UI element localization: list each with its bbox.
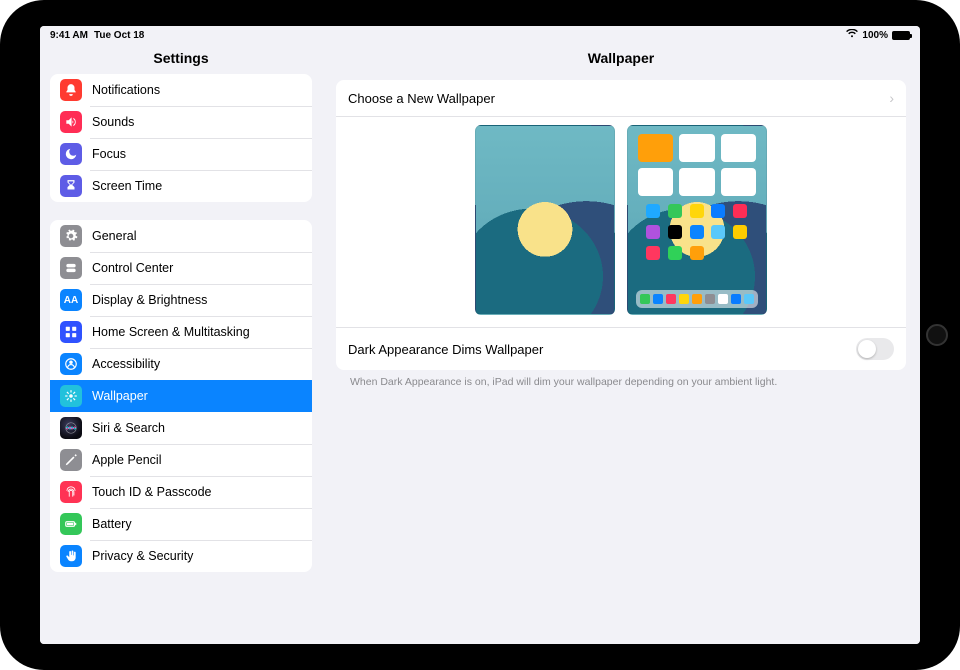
flower-icon — [60, 385, 82, 407]
sidebar-item-label: Control Center — [92, 261, 173, 275]
sidebar-item-label: Siri & Search — [92, 421, 165, 435]
status-bar: 9:41 AM Tue Oct 18 100% — [40, 26, 920, 44]
wifi-icon — [846, 29, 858, 41]
sidebar-item-focus[interactable]: Focus — [50, 138, 312, 170]
sidebar-item-pencil[interactable]: Apple Pencil — [50, 444, 312, 476]
lockscreen-preview[interactable] — [475, 125, 615, 315]
sidebar-item-privacy[interactable]: Privacy & Security — [50, 540, 312, 572]
sidebar-item-label: Battery — [92, 517, 132, 531]
sidebar-item-label: Display & Brightness — [92, 293, 207, 307]
sidebar-item-notifications[interactable]: Notifications — [50, 74, 312, 106]
sidebar-item-label: Focus — [92, 147, 126, 161]
sidebar-item-label: Screen Time — [92, 179, 162, 193]
battery-icon — [892, 31, 910, 40]
screen: 9:41 AM Tue Oct 18 100% Settings Notific… — [40, 26, 920, 644]
sidebar-item-display[interactable]: AA Display & Brightness — [50, 284, 312, 316]
battery-percent: 100% — [862, 30, 888, 41]
sidebar-item-label: Notifications — [92, 83, 160, 97]
settings-sidebar: Settings Notifications Sounds Focus Screen … — [40, 44, 322, 644]
status-time: 9:41 AM — [50, 30, 88, 41]
sidebar-item-label: Apple Pencil — [92, 453, 162, 467]
bell-icon — [60, 79, 82, 101]
dark-dims-row: Dark Appearance Dims Wallpaper — [336, 327, 906, 370]
sidebar-item-general[interactable]: General — [50, 220, 312, 252]
wallpaper-previews — [336, 116, 906, 327]
dark-dims-footer: When Dark Appearance is on, iPad will di… — [336, 370, 906, 388]
status-date: Tue Oct 18 — [94, 30, 144, 41]
choose-wallpaper-label: Choose a New Wallpaper — [348, 91, 495, 106]
sidebar-title: Settings — [40, 44, 322, 74]
sidebar-item-label: Accessibility — [92, 357, 160, 371]
sidebar-item-label: Home Screen & Multitasking — [92, 325, 250, 339]
home-button[interactable] — [926, 324, 948, 346]
hourglass-icon — [60, 175, 82, 197]
sidebar-item-homescreen[interactable]: Home Screen & Multitasking — [50, 316, 312, 348]
sidebar-item-screentime[interactable]: Screen Time — [50, 170, 312, 202]
sidebar-item-touchid[interactable]: Touch ID & Passcode — [50, 476, 312, 508]
aa-icon: AA — [60, 289, 82, 311]
sidebar-item-accessibility[interactable]: Accessibility — [50, 348, 312, 380]
homescreen-preview[interactable] — [627, 125, 767, 315]
sidebar-group: Notifications Sounds Focus Screen Time — [50, 74, 312, 202]
sidebar-item-label: Sounds — [92, 115, 134, 129]
sidebar-item-sounds[interactable]: Sounds — [50, 106, 312, 138]
chevron-right-icon: › — [889, 90, 894, 106]
sidebar-item-wallpaper[interactable]: Wallpaper — [50, 380, 312, 412]
wallpaper-card: Choose a New Wallpaper › — [336, 80, 906, 370]
pencil-icon — [60, 449, 82, 471]
battery-icon — [60, 513, 82, 535]
moon-icon — [60, 143, 82, 165]
grid-icon — [60, 321, 82, 343]
choose-wallpaper-row[interactable]: Choose a New Wallpaper › — [336, 80, 906, 116]
wallpaper-pane: Wallpaper Choose a New Wallpaper › — [322, 44, 920, 644]
sidebar-item-label: Privacy & Security — [92, 549, 193, 563]
fingerprint-icon — [60, 481, 82, 503]
ipad-frame: 9:41 AM Tue Oct 18 100% Settings Notific… — [0, 0, 960, 670]
sidebar-item-controlcenter[interactable]: Control Center — [50, 252, 312, 284]
dark-dims-label: Dark Appearance Dims Wallpaper — [348, 342, 543, 357]
sidebar-item-label: Touch ID & Passcode — [92, 485, 212, 499]
sidebar-item-battery[interactable]: Battery — [50, 508, 312, 540]
toggles-icon — [60, 257, 82, 279]
person-icon — [60, 353, 82, 375]
sidebar-item-siri[interactable]: Siri & Search — [50, 412, 312, 444]
pane-title: Wallpaper — [336, 44, 906, 80]
hand-icon — [60, 545, 82, 567]
sidebar-item-label: Wallpaper — [92, 389, 148, 403]
sidebar-item-label: General — [92, 229, 136, 243]
sidebar-group: General Control Center AA Display & Brightn… — [50, 220, 312, 572]
siri-icon — [60, 417, 82, 439]
gear-icon — [60, 225, 82, 247]
dark-dims-toggle[interactable] — [856, 338, 894, 360]
speaker-icon — [60, 111, 82, 133]
